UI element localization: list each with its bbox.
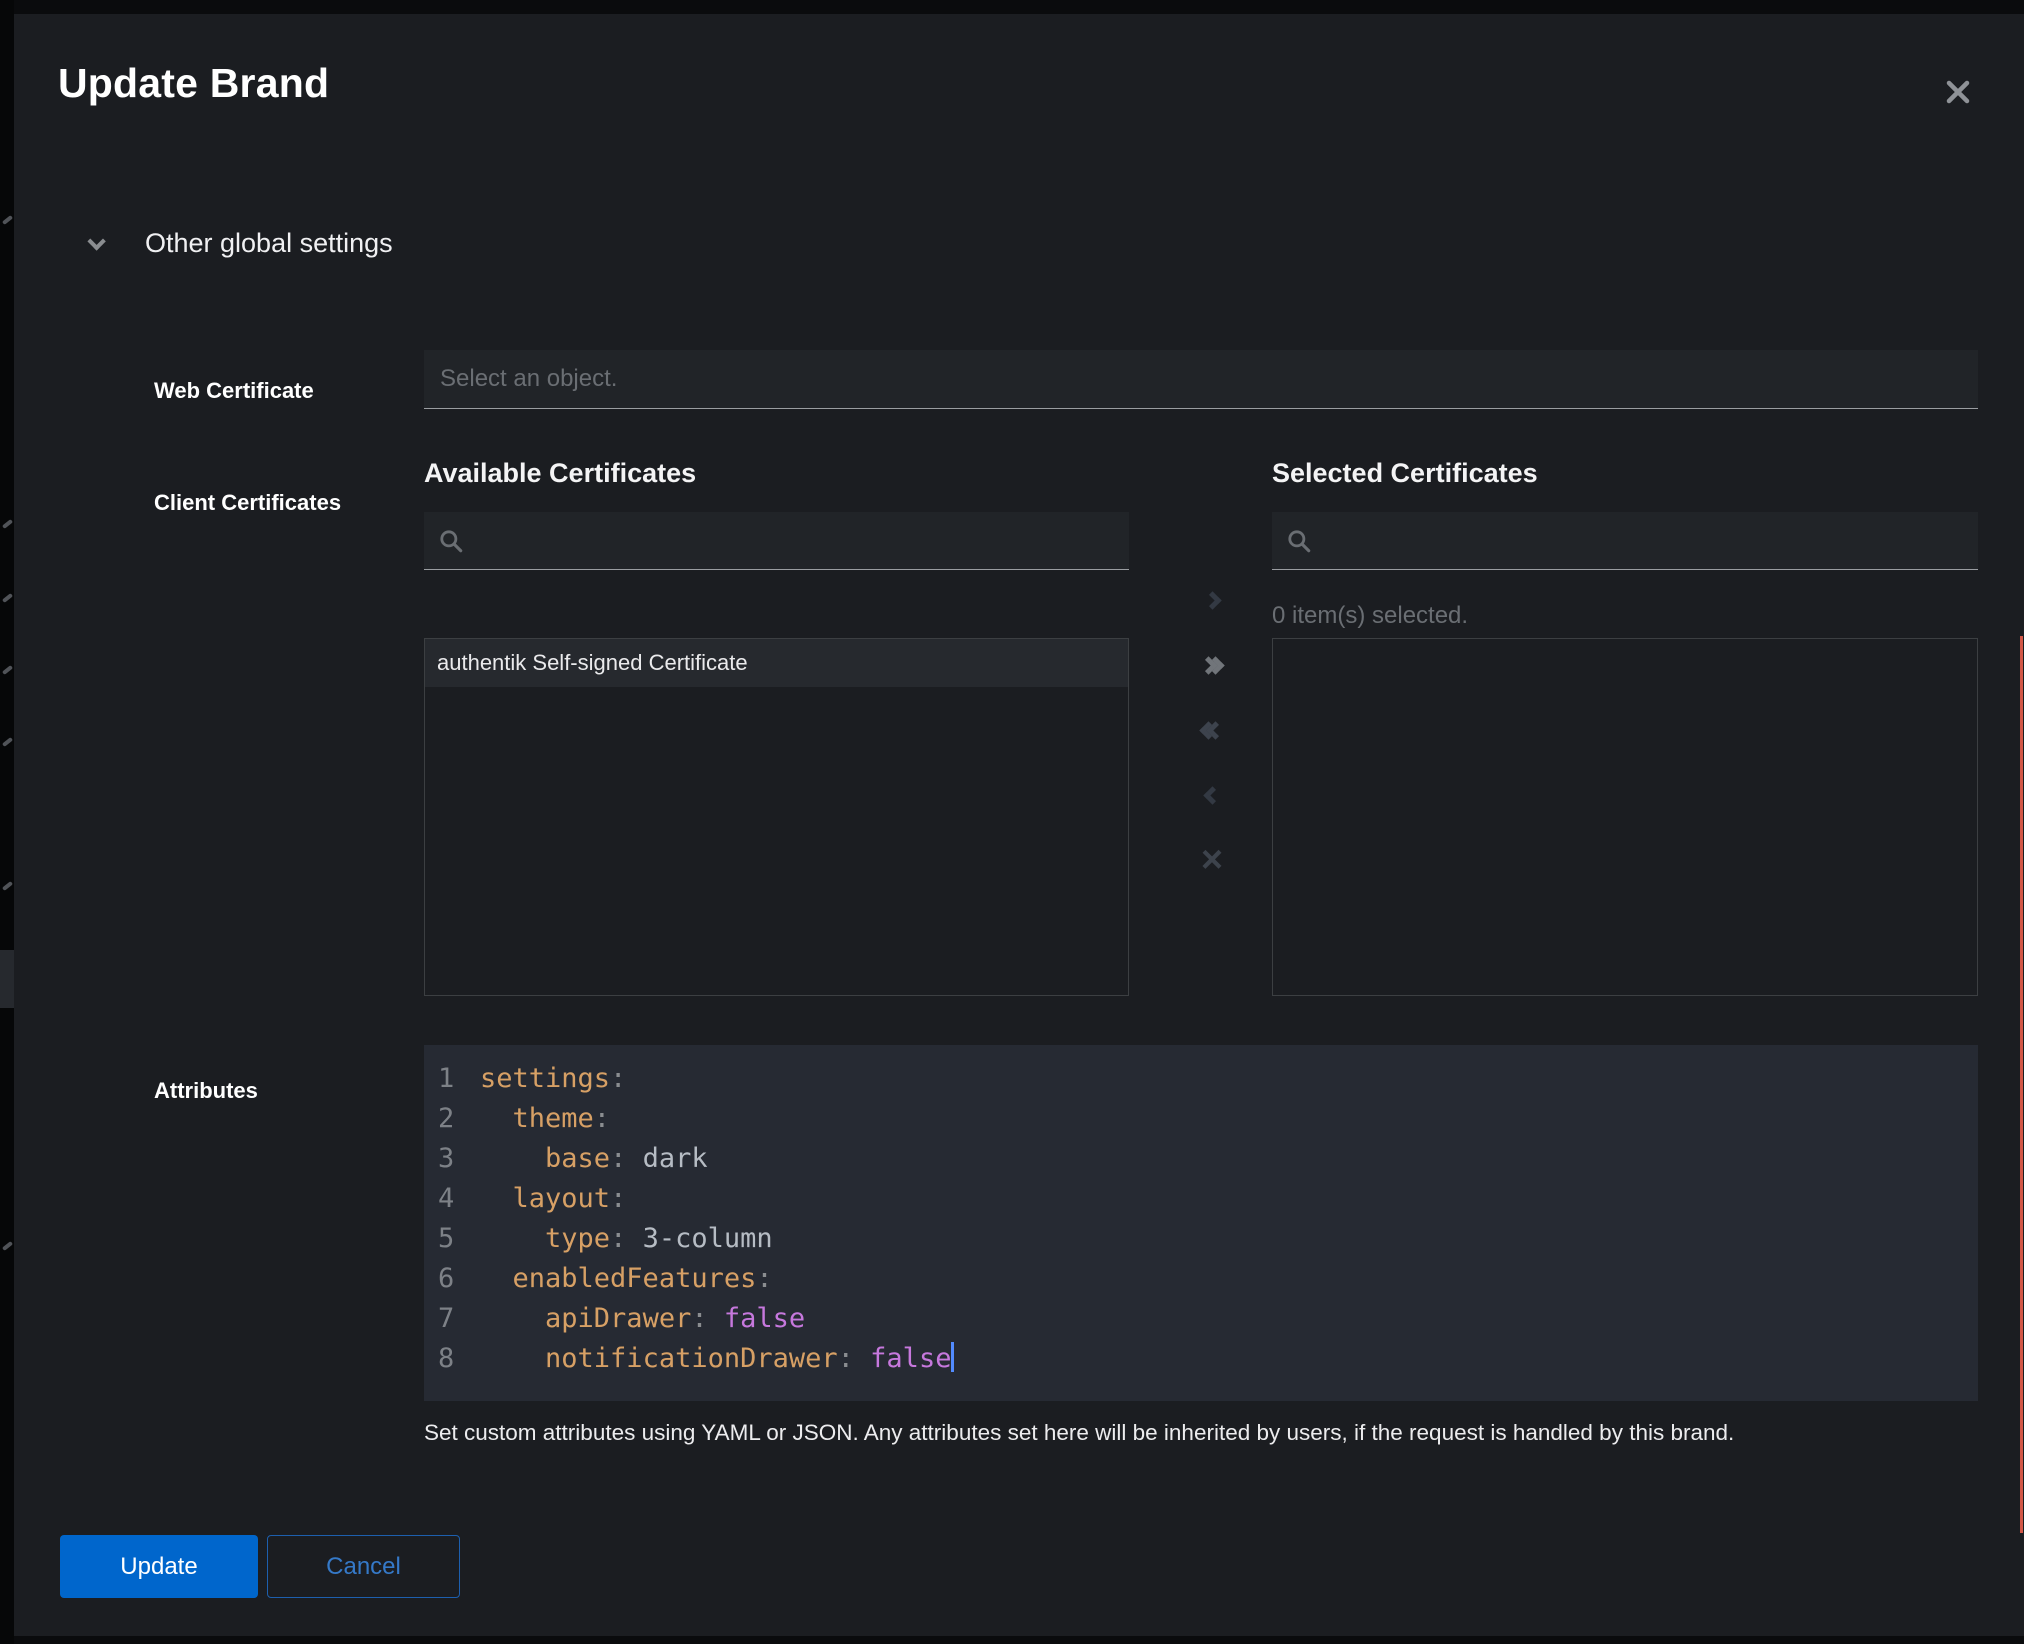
search-icon [438, 528, 464, 554]
update-button[interactable]: Update [60, 1535, 258, 1598]
modal-title: Update Brand [58, 60, 329, 107]
selected-certificates-heading: Selected Certificates [1272, 458, 1538, 489]
sidebar-chevron-fragment [2, 665, 13, 675]
update-brand-modal: Update Brand Other global settings Web C… [14, 14, 2024, 1636]
available-search-input[interactable] [476, 527, 1115, 555]
notification-drawer-edge [2020, 636, 2023, 1533]
chevron-down-icon [87, 232, 105, 250]
available-search [424, 512, 1129, 570]
remove-all-button[interactable] [1190, 708, 1234, 752]
client-certificates-label: Client Certificates [154, 490, 341, 516]
web-certificate-label: Web Certificate [154, 378, 314, 404]
code-line: 1settings: [438, 1059, 1978, 1099]
cancel-button[interactable]: Cancel [267, 1535, 460, 1598]
code-line: 2 theme: [438, 1099, 1978, 1139]
remove-selected-button[interactable] [1190, 773, 1234, 817]
sidebar-chevron-fragment [2, 215, 13, 225]
selected-search [1272, 512, 1978, 570]
code-line: 5 type: 3-column [438, 1219, 1978, 1259]
close-button[interactable] [1936, 70, 1980, 114]
code-line: 8 notificationDrawer: false [438, 1339, 1978, 1379]
attributes-help-text: Set custom attributes using YAML or JSON… [424, 1420, 1734, 1446]
close-icon [1945, 79, 1971, 105]
web-certificate-input[interactable] [424, 350, 1978, 409]
attributes-code-editor[interactable]: 1settings:2 theme:3 base: dark4 layout:5… [424, 1045, 1978, 1401]
collapsed-sidebar[interactable] [0, 0, 14, 1644]
selected-certificates-list[interactable] [1272, 638, 1978, 996]
update-brand-page: Update Brand Other global settings Web C… [0, 0, 2024, 1644]
code-line: 3 base: dark [438, 1139, 1978, 1179]
add-selected-button[interactable] [1190, 578, 1234, 622]
search-icon [1286, 528, 1312, 554]
sidebar-chevron-fragment [2, 737, 13, 747]
selected-search-input[interactable] [1324, 527, 1964, 555]
available-certificates-heading: Available Certificates [424, 458, 696, 489]
text-cursor [951, 1342, 954, 1372]
sidebar-active-item-fragment [0, 950, 14, 1008]
chevron-left-icon [1203, 786, 1221, 804]
attributes-label: Attributes [154, 1078, 258, 1104]
chevron-right-icon [1203, 591, 1221, 609]
sidebar-chevron-fragment [2, 881, 13, 891]
sidebar-chevron-fragment [2, 1241, 13, 1251]
section-toggle-other-global-settings[interactable]: Other global settings [88, 228, 393, 259]
add-all-button[interactable] [1190, 643, 1234, 687]
sidebar-chevron-fragment [2, 593, 13, 603]
code-line: 7 apiDrawer: false [438, 1299, 1978, 1339]
clear-button[interactable]: × [1190, 838, 1234, 882]
cross-icon: × [1201, 841, 1223, 879]
sidebar-chevron-fragment [2, 519, 13, 529]
section-label: Other global settings [145, 228, 393, 259]
available-certificates-list[interactable]: authentik Self-signed Certificate [424, 638, 1129, 996]
certificate-list-item[interactable]: authentik Self-signed Certificate [425, 639, 1128, 687]
selected-count-status: 0 item(s) selected. [1272, 602, 1468, 630]
code-line: 6 enabledFeatures: [438, 1259, 1978, 1299]
code-line: 4 layout: [438, 1179, 1978, 1219]
